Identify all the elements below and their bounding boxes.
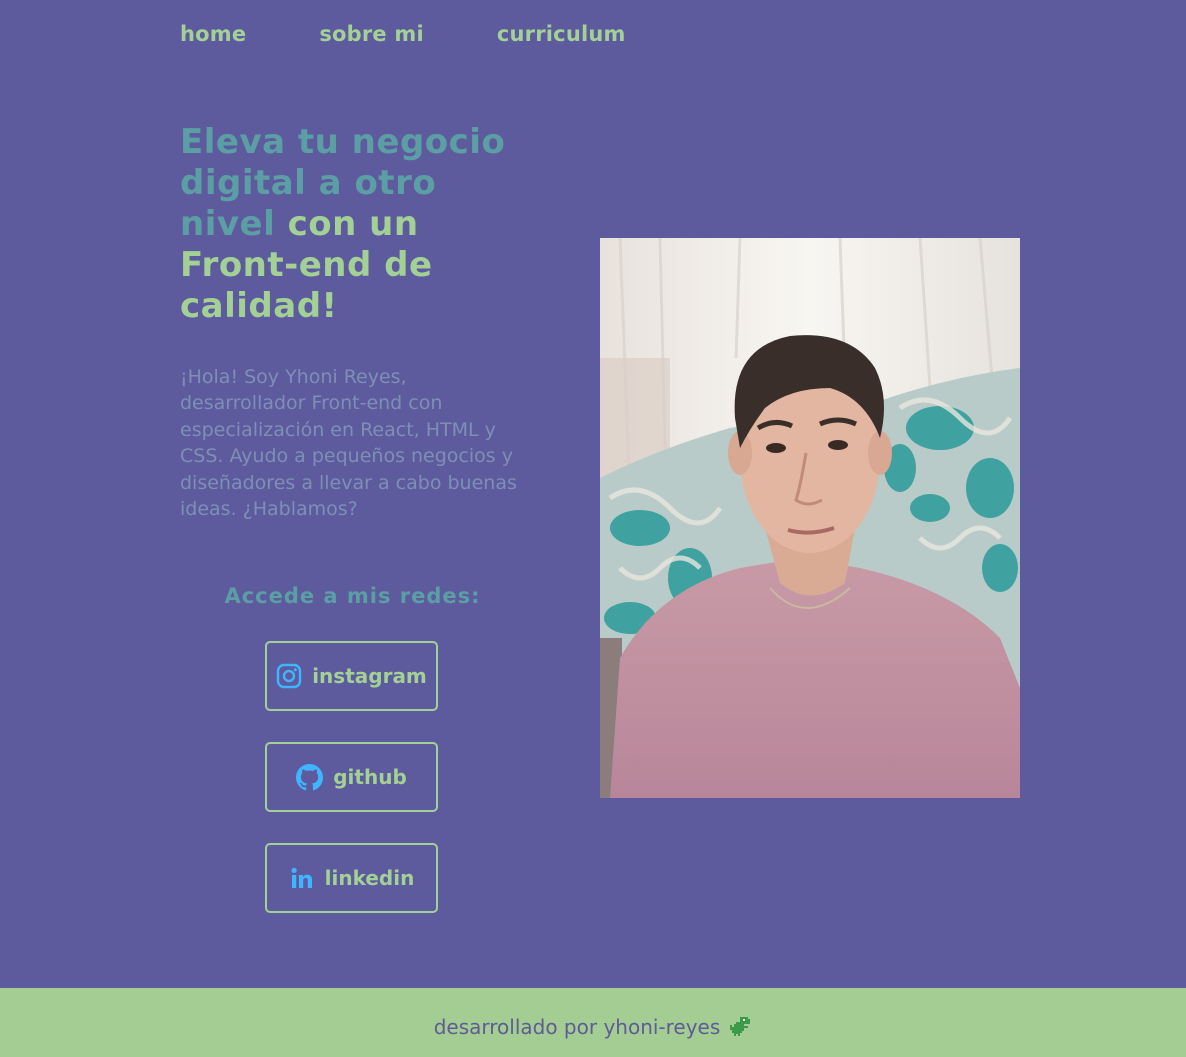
github-button[interactable]: github xyxy=(265,742,438,812)
intro-text: ¡Hola! Soy Yhoni Reyes, desarrollador Fr… xyxy=(180,366,517,521)
linkedin-label: linkedin xyxy=(324,866,415,890)
footer: desarrollado por yhoni-reyes xyxy=(0,988,1186,1057)
networks-title: Accede a mis redes: xyxy=(224,584,481,608)
nav-about-link[interactable]: sobre mi xyxy=(319,22,424,46)
instagram-label: instagram xyxy=(312,664,427,688)
profile-photo xyxy=(600,238,1020,798)
github-label: github xyxy=(333,765,407,789)
linkedin-button[interactable]: linkedin xyxy=(265,843,438,913)
github-icon xyxy=(296,763,324,791)
linkedin-icon xyxy=(289,865,315,891)
dinosaur-icon xyxy=(728,1016,752,1038)
hero-headline: Eleva tu negocio digital a otro nivel co… xyxy=(180,122,540,327)
instagram-icon xyxy=(276,663,302,689)
instagram-button[interactable]: instagram xyxy=(265,641,438,711)
footer-credit: desarrollado por yhoni-reyes xyxy=(433,1014,721,1039)
nav-home-link[interactable]: home xyxy=(180,22,246,46)
main-nav: home sobre mi curriculum xyxy=(180,22,626,46)
nav-curriculum-link[interactable]: curriculum xyxy=(497,22,626,46)
